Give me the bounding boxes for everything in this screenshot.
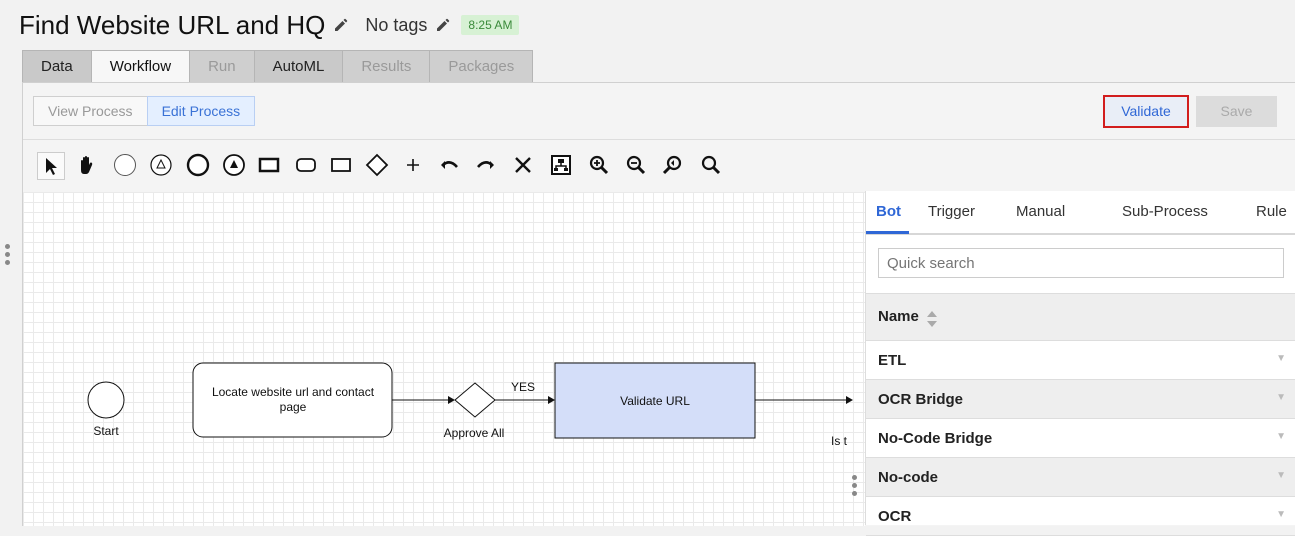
task-icon[interactable]: [257, 153, 281, 177]
palette-tab-bot[interactable]: Bot: [876, 203, 901, 220]
flow-task2-next[interactable]: [755, 396, 853, 404]
list-item-label: No-Code Bridge: [878, 430, 993, 447]
list-item-label: ETL: [878, 352, 907, 369]
task-validate-url[interactable]: Validate URL: [554, 362, 756, 439]
validate-button[interactable]: Validate: [1103, 95, 1189, 128]
diagram-toolbar: [23, 139, 1295, 193]
flow-label-yes: YES: [511, 380, 535, 394]
undo-icon[interactable]: [437, 153, 461, 177]
flow-task1-gateway[interactable]: [392, 396, 455, 404]
task1-label-line1: Locate website url and contact: [212, 385, 375, 399]
chevron-down-icon[interactable]: ▼: [1276, 509, 1286, 520]
tab-results[interactable]: Results: [342, 50, 431, 82]
hand-icon[interactable]: [75, 153, 99, 177]
chevron-down-icon[interactable]: ▼: [1276, 392, 1286, 403]
name-column-header[interactable]: Name: [866, 293, 1295, 341]
next-element-label: Is t: [831, 434, 848, 448]
palette-tabs: Bot Trigger Manual Sub-Process Rule: [866, 191, 1295, 235]
add-icon[interactable]: [401, 153, 425, 177]
signal-event-icon[interactable]: [222, 153, 246, 177]
column-header-label: Name: [878, 308, 919, 325]
zoom-out-icon[interactable]: [624, 153, 648, 177]
palette-tab-trigger[interactable]: Trigger: [928, 203, 975, 220]
search-icon[interactable]: [699, 153, 723, 177]
main-tabs: Data Workflow Run AutoML Results Package…: [22, 50, 534, 82]
task2-label: Validate URL: [620, 394, 690, 408]
gateway-approve-all[interactable]: [454, 382, 496, 418]
left-resize-handle[interactable]: [5, 244, 11, 268]
tab-automl[interactable]: AutoML: [253, 50, 344, 82]
panel-resize-handle[interactable]: [852, 475, 858, 499]
gateway-icon[interactable]: [365, 153, 389, 177]
list-item[interactable]: OCR ▼: [866, 497, 1295, 536]
active-tab-indicator: [866, 231, 909, 234]
zoom-reset-icon[interactable]: [661, 153, 685, 177]
list-item[interactable]: No-code ▼: [866, 458, 1295, 497]
list-item[interactable]: OCR Bridge ▼: [866, 380, 1295, 419]
save-button[interactable]: Save: [1196, 96, 1277, 127]
diagram-canvas[interactable]: Start Locate website url and contact pag…: [23, 192, 865, 526]
gateway-label: Approve All: [444, 426, 505, 440]
chevron-down-icon[interactable]: ▼: [1276, 353, 1286, 364]
list-item-label: OCR Bridge: [878, 391, 964, 408]
task1-label-line2: page: [280, 400, 307, 414]
list-item[interactable]: No-Code Bridge ▼: [866, 419, 1295, 458]
chevron-down-icon[interactable]: ▼: [1276, 431, 1286, 442]
flow-gateway-task2[interactable]: [495, 396, 555, 404]
start-event-icon[interactable]: [113, 153, 137, 177]
tab-packages[interactable]: Packages: [429, 50, 534, 82]
palette-tab-sub-process[interactable]: Sub-Process: [1122, 203, 1208, 220]
pointer-icon[interactable]: [37, 152, 65, 180]
list-item-label: OCR: [878, 508, 912, 525]
intermediate-event-icon[interactable]: [149, 153, 173, 177]
edit-title-icon[interactable]: [333, 17, 349, 33]
palette-tab-rule[interactable]: Rule: [1256, 203, 1287, 220]
edit-process-button[interactable]: Edit Process: [146, 96, 256, 126]
task-locate-website[interactable]: Locate website url and contact page: [192, 362, 393, 438]
view-process-button[interactable]: View Process: [33, 96, 148, 126]
tab-run[interactable]: Run: [189, 50, 255, 82]
chevron-down-icon[interactable]: ▼: [1276, 470, 1286, 481]
quick-search-input[interactable]: [878, 248, 1284, 278]
sort-icon[interactable]: [926, 310, 938, 333]
tab-workflow[interactable]: Workflow: [90, 50, 191, 82]
page-header: Find Website URL and HQ No tags 8:25 AM: [19, 8, 520, 42]
tags-label: No tags: [365, 14, 428, 35]
time-badge: 8:25 AM: [461, 15, 520, 35]
delete-icon[interactable]: [511, 153, 535, 177]
fit-icon[interactable]: [549, 153, 573, 177]
palette-tab-manual[interactable]: Manual: [1016, 203, 1065, 220]
zoom-in-icon[interactable]: [587, 153, 611, 177]
edit-tags-icon[interactable]: [435, 17, 451, 33]
start-label: Start: [93, 424, 119, 438]
end-event-icon[interactable]: [186, 153, 210, 177]
tab-data[interactable]: Data: [22, 50, 92, 82]
list-item[interactable]: ETL ▼: [866, 341, 1295, 380]
list-item-label: No-code: [878, 469, 938, 486]
redo-icon[interactable]: [474, 153, 498, 177]
process-mode-toggle: View Process Edit Process: [33, 96, 256, 126]
palette-panel: Bot Trigger Manual Sub-Process Rule Name…: [865, 191, 1295, 536]
rounded-task-icon[interactable]: [294, 153, 318, 177]
start-event[interactable]: [87, 381, 125, 419]
page-title: Find Website URL and HQ: [19, 9, 326, 40]
subprocess-icon[interactable]: [329, 153, 353, 177]
